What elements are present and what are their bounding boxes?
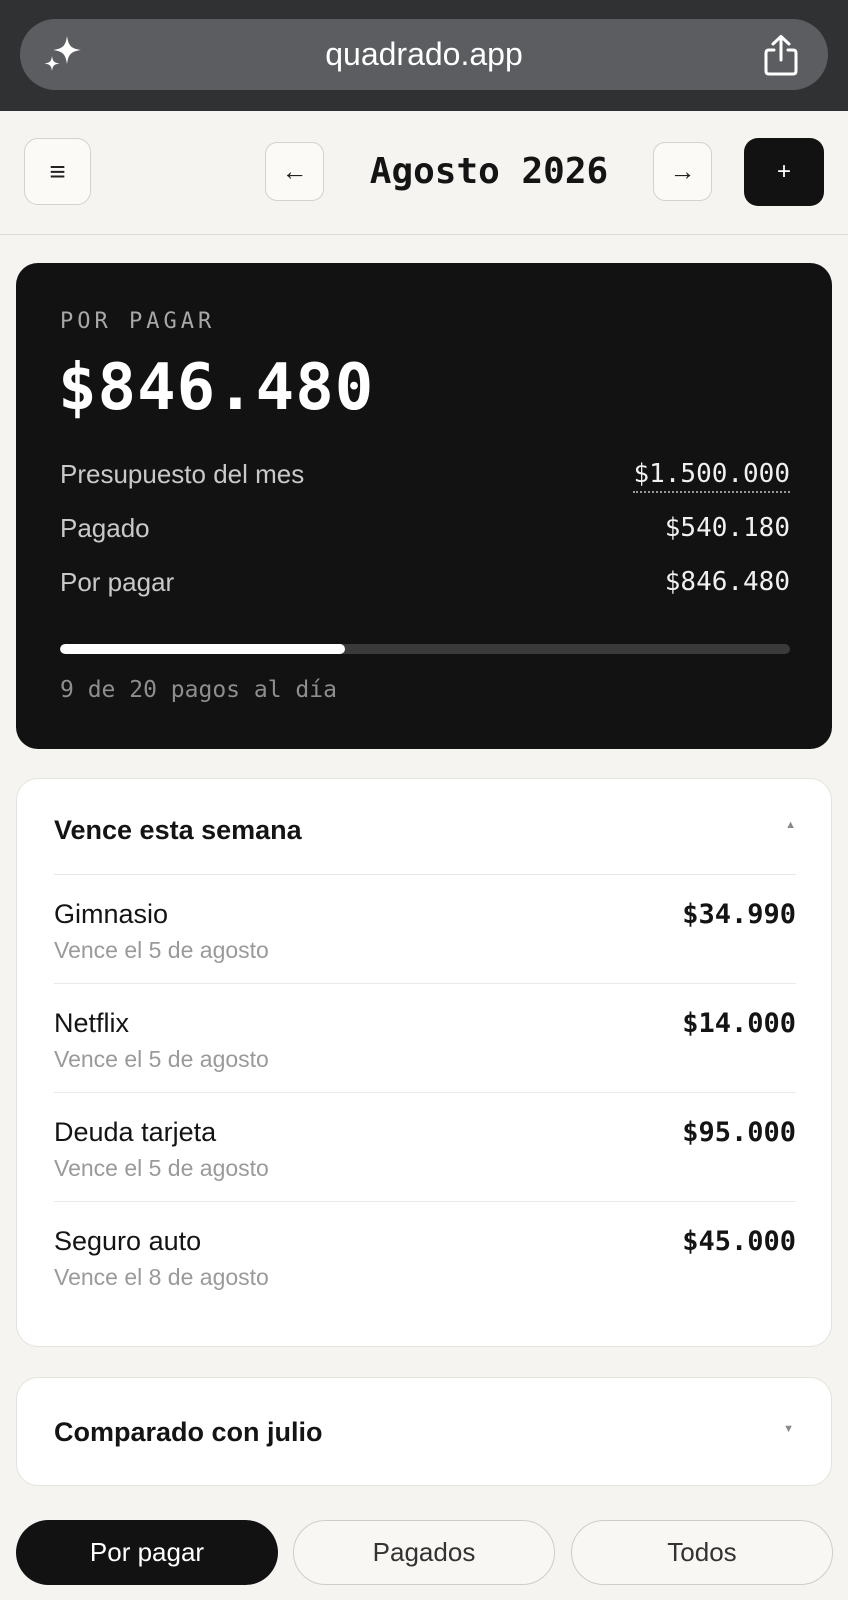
filter-por-pagar[interactable]: Por pagar [16,1520,278,1585]
filter-label: Por pagar [89,1537,205,1567]
list-item[interactable]: Deuda tarjeta Vence el 5 de agosto $95.0… [54,1093,796,1202]
add-payment-button[interactable]: + [744,138,824,206]
bill-due-date: Vence el 5 de agosto [54,937,269,963]
arrow-left-icon: ← [281,156,308,186]
chevron-up-icon: ▲ [785,819,796,831]
chevron-down-icon: ▼ [783,1423,794,1435]
filter-label: Todos [667,1537,737,1567]
menu-button[interactable]: ≡ [24,138,91,205]
bill-amount: $34.990 [682,899,796,930]
bill-due-date: Vence el 8 de agosto [54,1264,269,1290]
stat-label: Por pagar [60,567,175,597]
arrow-right-icon: → [669,156,696,186]
bill-name: Gimnasio [54,899,169,929]
paid-value: $540.180 [664,513,790,543]
share-icon[interactable] [762,34,800,76]
due-this-week-header[interactable]: Vence esta semana ▲ [54,779,796,875]
summary-label: POR PAGAR [60,309,216,334]
bill-name: Deuda tarjeta [54,1117,217,1147]
bill-name: Netflix [54,1008,130,1038]
list-item[interactable]: Netflix Vence el 5 de agosto $14.000 [54,984,796,1093]
section-title: Vence esta semana [54,815,302,845]
plus-icon: + [776,158,791,185]
filter-pagados[interactable]: Pagados [293,1520,555,1585]
compare-with-july-card[interactable]: Comparado con julio ▼ [16,1377,832,1486]
filter-todos[interactable]: Todos [571,1520,833,1585]
list-item[interactable]: Gimnasio Vence el 5 de agosto $34.990 [54,875,796,984]
pending-value: $846.480 [664,567,790,597]
month-title: Agosto 2026 [369,151,609,192]
progress-bar [60,644,790,654]
stat-row-pending: Por pagar $846.480 [60,567,790,607]
budget-value[interactable]: $1.500.000 [633,459,790,493]
summary-card: POR PAGAR $846.480 Presupuesto del mes $… [16,263,832,749]
bill-amount: $14.000 [682,1008,796,1039]
progress-fill [60,644,345,654]
stat-label: Presupuesto del mes [60,459,305,489]
browser-bar: quadrado.app [0,0,848,111]
list-item[interactable]: Seguro auto Vence el 8 de agosto $45.000 [54,1202,796,1311]
app-header: ≡ ← Agosto 2026 → + [0,111,848,235]
bill-due-date: Vence el 5 de agosto [54,1046,269,1072]
due-this-week-card: Vence esta semana ▲ Gimnasio Vence el 5 … [16,778,832,1347]
filter-label: Pagados [372,1537,476,1567]
progress-caption: 9 de 20 pagos al día [60,677,337,703]
sparkle-icon[interactable] [42,33,84,75]
menu-icon: ≡ [49,155,66,187]
summary-amount: $846.480 [58,351,375,425]
stat-row-paid: Pagado $540.180 [60,513,790,553]
url-text[interactable]: quadrado.app [20,19,828,90]
bill-amount: $45.000 [682,1226,796,1257]
bill-name: Seguro auto [54,1226,202,1256]
stat-row-budget: Presupuesto del mes $1.500.000 [60,459,790,499]
bill-due-date: Vence el 5 de agosto [54,1155,269,1181]
stat-label: Pagado [60,513,150,543]
bill-amount: $95.000 [682,1117,796,1148]
previous-month-button[interactable]: ← [265,142,324,201]
address-bar[interactable]: quadrado.app [20,19,828,90]
section-title: Comparado con julio [54,1417,323,1447]
next-month-button[interactable]: → [653,142,712,201]
